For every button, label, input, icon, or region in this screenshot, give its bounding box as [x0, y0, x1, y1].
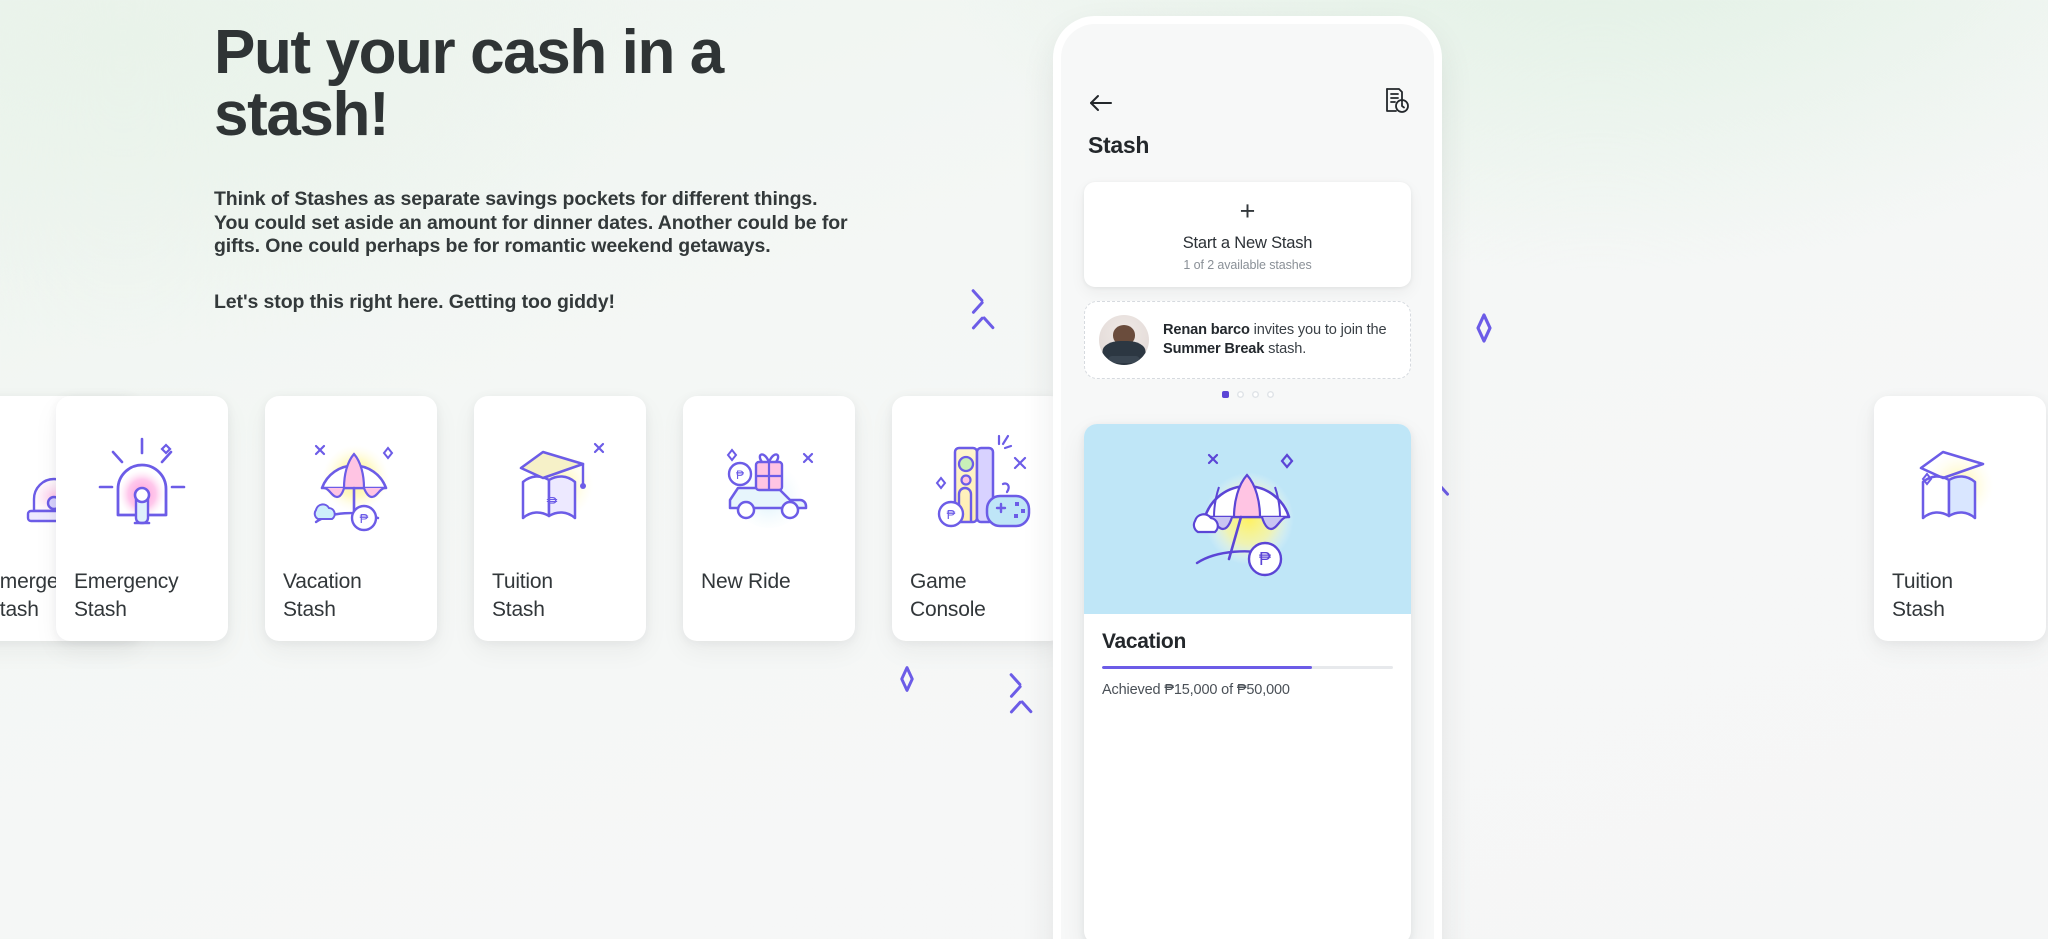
diamond-icon: [1468, 312, 1500, 344]
stash-card-label: Vacation Stash: [283, 570, 362, 621]
svg-text:₱: ₱: [360, 511, 369, 526]
sparkle-icon: [1004, 672, 1038, 718]
svg-text:₱: ₱: [547, 495, 558, 512]
invite-text: Renan barco invites you to join the Summ…: [1163, 321, 1396, 360]
screen-title: Stash: [1088, 132, 1150, 158]
achieved-amount: Achieved ₱15,000 of ₱50,000: [1102, 682, 1290, 698]
progress-bar: [1102, 666, 1393, 669]
diamond-icon: [893, 665, 921, 693]
hero-kicker: Let's stop this right here. Getting too …: [214, 290, 615, 313]
invite-stash-name: Summer Break: [1163, 341, 1265, 357]
lightbulb-icon: [56, 410, 228, 560]
stash-card[interactable]: Tuition Stash: [1874, 396, 2046, 641]
stash-card-label: Game Console: [910, 570, 986, 621]
pagination-dot[interactable]: [1221, 391, 1229, 398]
hero-copy: Put your cash in a stash! Think of Stash…: [214, 22, 1094, 314]
stash-card[interactable]: ₱ Vacation Stash: [265, 396, 437, 641]
stash-card[interactable]: Emergency Stash: [56, 396, 228, 641]
stash-card-label: Tuition Stash: [1892, 570, 1953, 621]
svg-text:₱: ₱: [736, 468, 744, 482]
stash-card[interactable]: ₱ New Ride: [683, 396, 855, 641]
stash-invite-card[interactable]: Renan barco invites you to join the Summ…: [1084, 301, 1411, 379]
avatar: [1099, 315, 1149, 365]
page-title: Put your cash in a stash!: [214, 18, 724, 149]
game-console-icon: ₱: [892, 410, 1064, 560]
beach-umbrella-icon: ₱: [265, 410, 437, 560]
back-arrow-icon[interactable]: [1086, 88, 1116, 118]
stash-card[interactable]: ₱ Tuition Stash: [474, 396, 646, 641]
carousel-pagination[interactable]: [1061, 391, 1434, 398]
invite-text-end: stash.: [1264, 341, 1307, 357]
svg-text:₱: ₱: [947, 507, 956, 522]
invite-text-middle: invites you to join the: [1249, 321, 1387, 338]
phone-header: Stash: [1061, 24, 1434, 184]
phone-mockup: Stash + Start a New Stash 1 of 2 availab…: [1061, 24, 1434, 939]
inviter-name: Renan barco: [1163, 321, 1250, 338]
start-new-stash-title: Start a New Stash: [1182, 233, 1313, 252]
pagination-dot[interactable]: [1251, 391, 1259, 398]
vacation-card-title: Vacation: [1102, 630, 1186, 653]
stash-card-strip[interactable]: Emergency Stash Emergency Stash: [0, 396, 2048, 641]
pagination-dot[interactable]: [1266, 391, 1274, 398]
svg-text:₱: ₱: [1258, 549, 1270, 569]
beach-umbrella-icon: ₱: [1084, 424, 1411, 614]
stash-card-label: New Ride: [701, 570, 791, 593]
available-stashes-count: 1 of 2 available stashes: [1183, 257, 1312, 272]
hero-paragraph: Think of Stashes as separate savings poc…: [214, 188, 848, 258]
stash-card-label: Tuition Stash: [492, 570, 553, 621]
progress-bar-fill: [1102, 666, 1312, 669]
transaction-history-icon[interactable]: [1382, 86, 1410, 114]
vacation-card-body: Vacation Achieved ₱15,000 of ₱50,000: [1084, 614, 1411, 698]
pagination-dot[interactable]: [1236, 391, 1244, 398]
stash-card-label: Emergency Stash: [74, 570, 179, 621]
graduation-cap-icon: [1874, 410, 2046, 560]
graduation-cap-icon: ₱: [474, 410, 646, 560]
stash-card[interactable]: ₱ Game Console: [892, 396, 1064, 641]
car-gift-icon: ₱: [683, 410, 855, 560]
plus-icon: +: [1239, 195, 1256, 226]
start-new-stash-button[interactable]: + Start a New Stash 1 of 2 available sta…: [1084, 182, 1411, 287]
vacation-stash-card[interactable]: ₱ Vacation Achieved ₱15,000 of ₱50,000: [1084, 424, 1411, 939]
